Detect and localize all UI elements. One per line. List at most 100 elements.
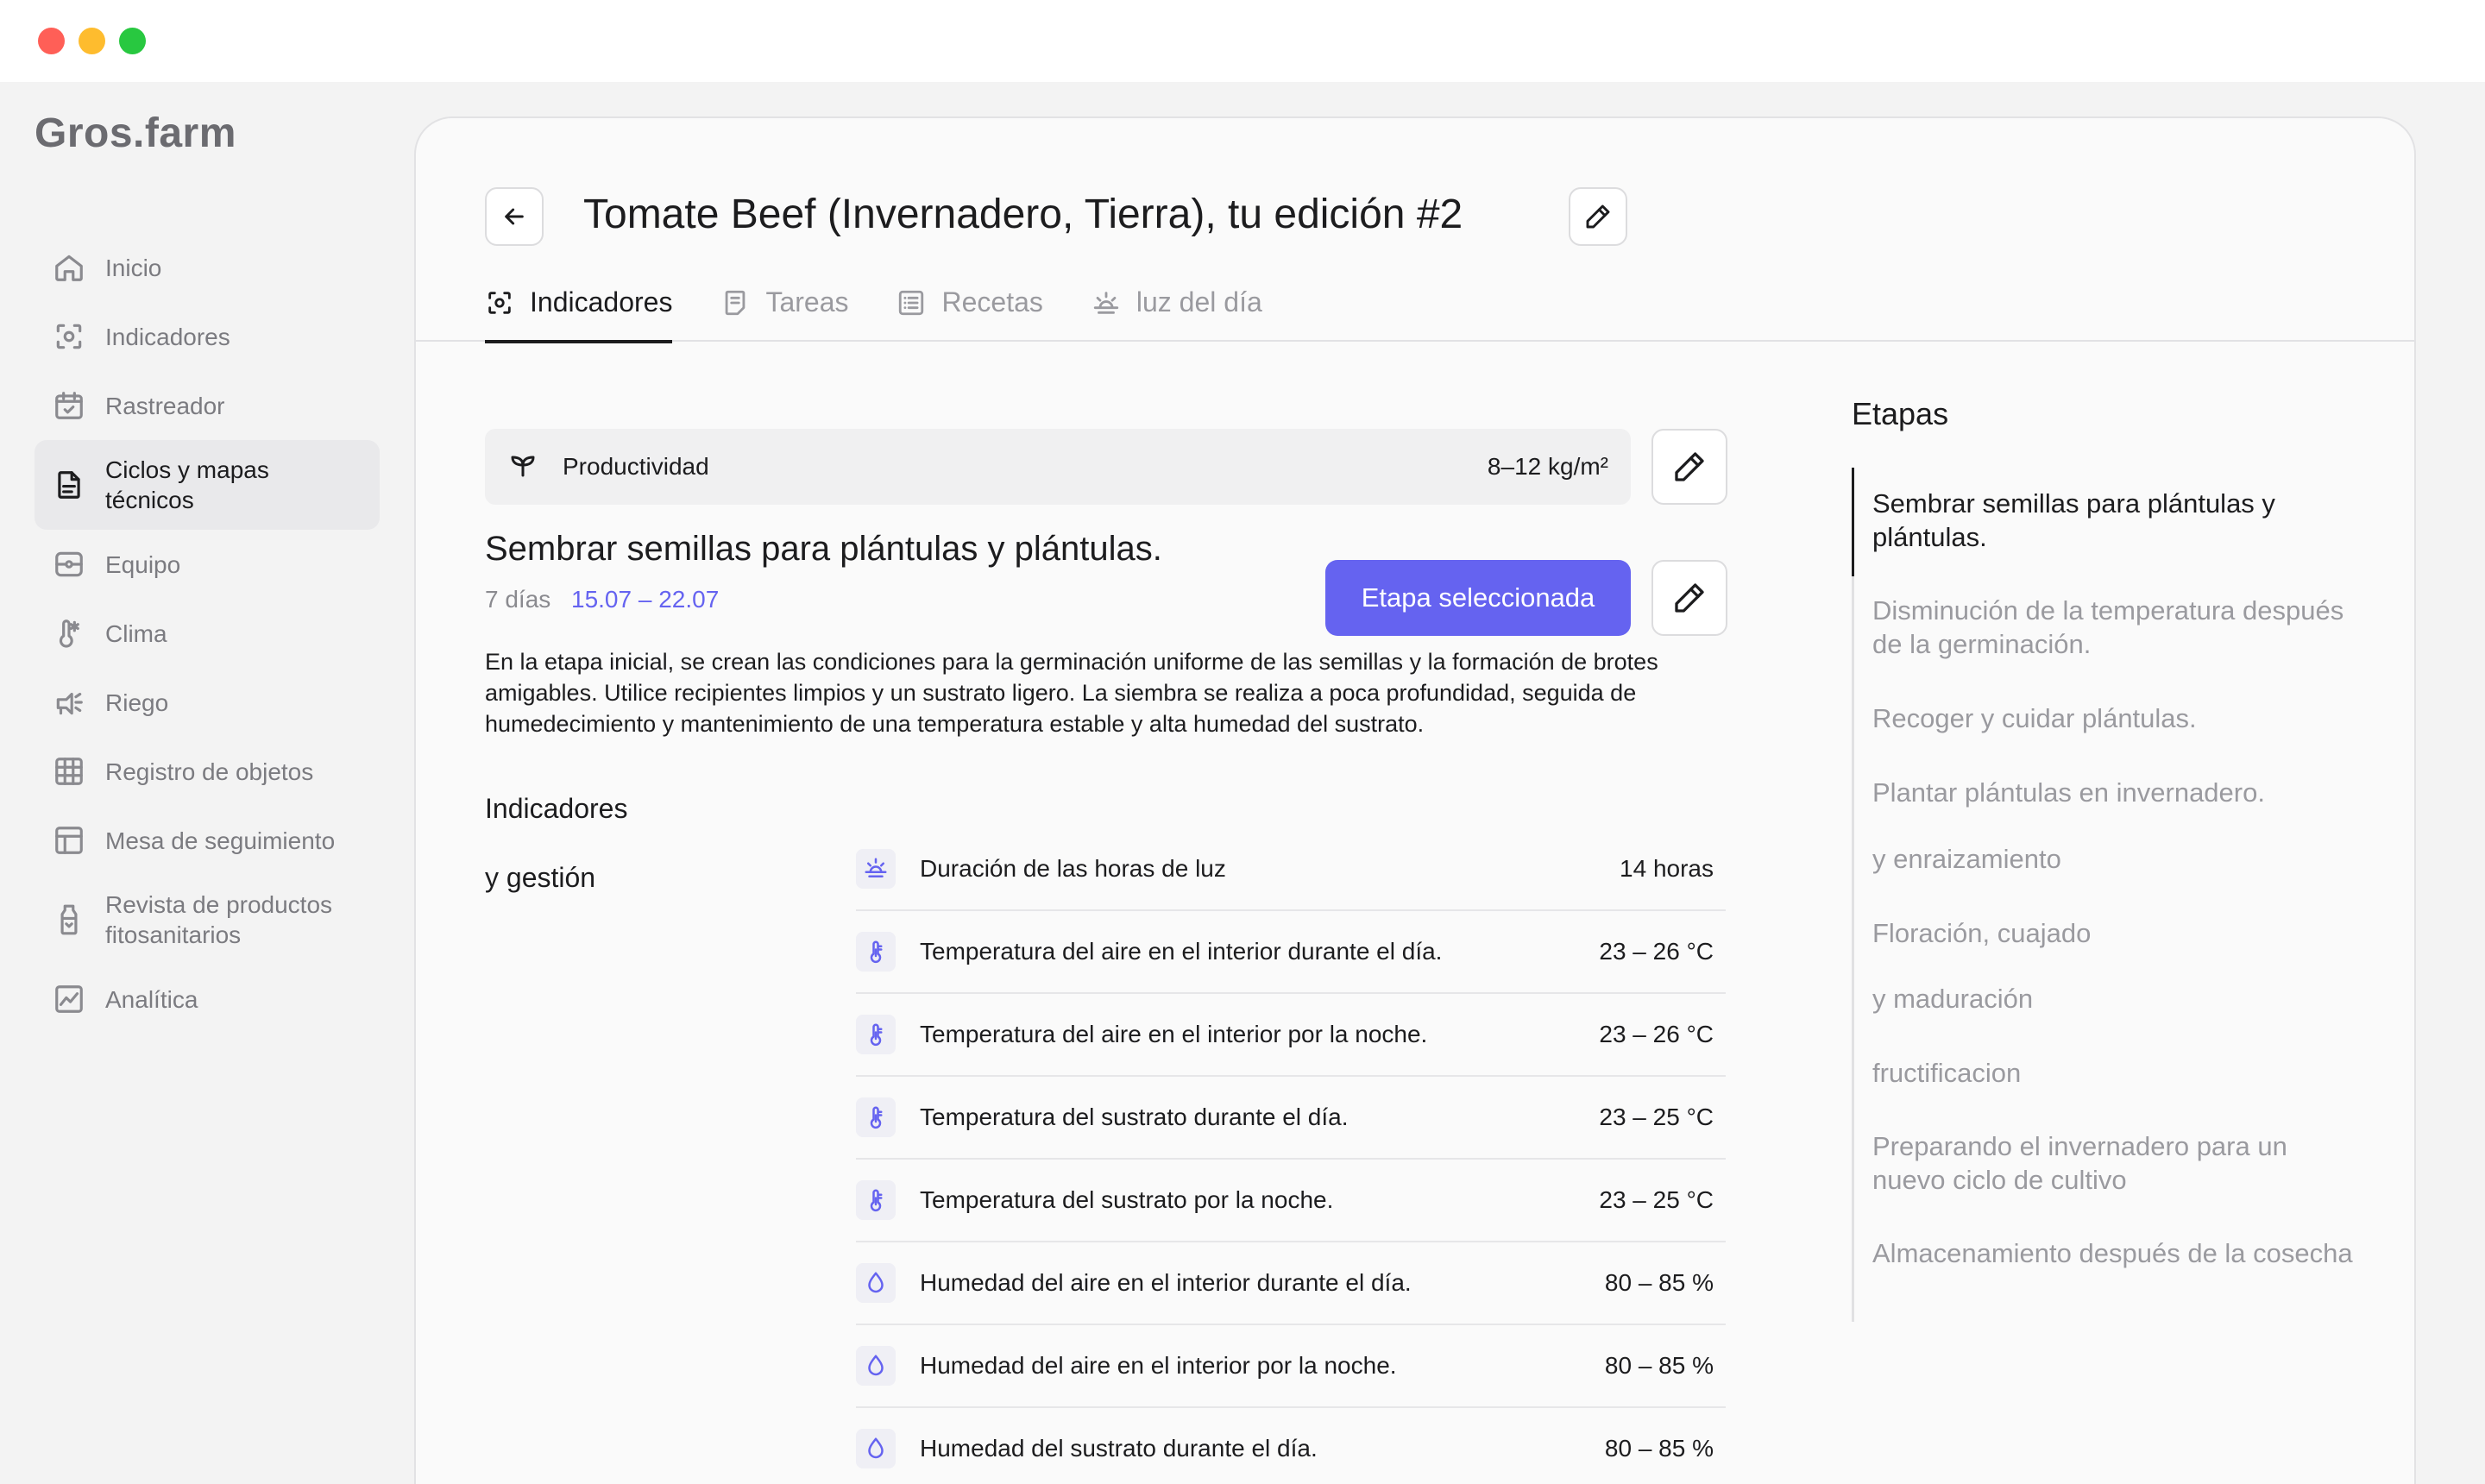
thermometer-icon	[856, 1015, 896, 1054]
tab-bar: Indicadores Tareas Recetas luz del día	[485, 286, 1311, 343]
stage-item[interactable]: Recoger y cuidar plántulas.	[1872, 701, 2356, 735]
management-section-label: y gestión	[485, 862, 596, 893]
stage-item[interactable]: fructificacion	[1872, 1056, 2356, 1090]
tab-recetas[interactable]: Recetas	[896, 286, 1043, 342]
list-item[interactable]: Temperatura del sustrato durante el día.…	[856, 1077, 1726, 1160]
indicator-value: 23 – 25 °C	[1599, 1104, 1714, 1130]
stage-item[interactable]: Almacenamiento después de la cosecha	[1872, 1236, 2356, 1270]
sidebar-item-label: Inicio	[105, 254, 162, 281]
selected-stage-button[interactable]: Etapa seleccionada	[1325, 560, 1631, 636]
list-item[interactable]: Temperatura del aire en el interior por …	[856, 994, 1726, 1077]
page-title: Tomate Beef (Invernadero, Tierra), tu ed…	[583, 192, 1463, 237]
sidebar-item-registro[interactable]: Registro de objetos	[35, 737, 380, 806]
thermometer-icon	[856, 1097, 896, 1137]
window-close-button[interactable]	[38, 28, 65, 54]
sidebar-item-clima[interactable]: Clima	[35, 599, 380, 668]
sidebar-item-analitica[interactable]: Analítica	[35, 965, 380, 1034]
drop-icon	[856, 1263, 896, 1303]
list-item[interactable]: Humedad del aire en el interior durante …	[856, 1242, 1726, 1325]
stage-item[interactable]: Sembrar semillas para plántulas y plántu…	[1872, 487, 2356, 554]
stage-item[interactable]: Floración, cuajado	[1872, 916, 2356, 950]
sidebar-item-ciclos[interactable]: Ciclos y mapas técnicos	[35, 440, 380, 530]
indicators-section-label: Indicadores	[485, 793, 628, 824]
chart-icon	[52, 982, 86, 1016]
stage-dates[interactable]: 15.07 – 22.07	[571, 586, 719, 613]
sidebar-item-riego[interactable]: Riego	[35, 668, 380, 737]
list-item[interactable]: Temperatura del sustrato por la noche. 2…	[856, 1160, 1726, 1242]
list-item[interactable]: Temperatura del aire en el interior dura…	[856, 911, 1726, 994]
list-item[interactable]: Humedad del aire en el interior por la n…	[856, 1325, 1726, 1408]
sidebar-item-label: Revista de productos fitosanitarios	[105, 891, 333, 948]
indicator-value: 14 horas	[1620, 855, 1714, 882]
edit-title-button[interactable]	[1569, 187, 1627, 246]
tab-label: Recetas	[941, 286, 1043, 318]
sidebar-item-label: Registro de objetos	[105, 758, 314, 785]
pencil-icon	[1675, 583, 1704, 613]
tab-tareas[interactable]: Tareas	[720, 286, 848, 342]
tab-indicadores[interactable]: Indicadores	[485, 286, 673, 343]
sidebar-item-revista[interactable]: Revista de productos fitosanitarios	[35, 875, 380, 965]
list-item[interactable]: Duración de las horas de luz 14 horas	[856, 828, 1726, 911]
window-minimize-button[interactable]	[79, 28, 105, 54]
stage-item[interactable]: Preparando el invernadero para un nuevo …	[1872, 1129, 2356, 1197]
window-titlebar	[0, 0, 2485, 82]
indicator-name: Humedad del aire en el interior durante …	[920, 1269, 1412, 1296]
sidebar-item-rastreador[interactable]: Rastreador	[35, 371, 380, 440]
sidebar-item-label: Mesa de seguimiento	[105, 827, 336, 854]
card-header: Tomate Beef (Invernadero, Tierra), tu ed…	[416, 118, 2414, 343]
list-item[interactable]: Humedad del sustrato durante el día. 80 …	[856, 1408, 1726, 1484]
pencil-icon	[1675, 452, 1704, 481]
edit-stage-button[interactable]	[1651, 560, 1727, 636]
tab-label: Indicadores	[530, 286, 673, 318]
sidebar-item-label: Indicadores	[105, 323, 230, 350]
indicator-name: Temperatura del aire en el interior por …	[920, 1021, 1428, 1047]
app-body: Gros.farm Inicio Indicadores Rastreador …	[0, 82, 2485, 1484]
indicator-value: 23 – 26 °C	[1599, 938, 1714, 965]
back-button[interactable]	[485, 187, 544, 246]
productivity-value: 8–12 kg/m²	[1487, 453, 1608, 480]
stage-description: En la etapa inicial, se crean las condic…	[485, 649, 1658, 737]
sidebar-item-label: Ciclos y mapas técnicos	[105, 456, 269, 513]
sidebar-item-label: Rastreador	[105, 392, 225, 419]
main-card: Tomate Beef (Invernadero, Tierra), tu ed…	[414, 116, 2416, 1484]
stage-item[interactable]: y enraizamiento	[1872, 842, 2356, 876]
stage-item[interactable]: Disminución de la temperatura después de…	[1872, 594, 2356, 661]
stage-item[interactable]: y maduración	[1872, 982, 2356, 1016]
sidebar-item-inicio[interactable]: Inicio	[35, 233, 380, 302]
table-icon	[52, 823, 86, 858]
indicator-value: 80 – 85 %	[1604, 1269, 1714, 1296]
thermometer-icon	[856, 1180, 896, 1220]
indicator-name: Humedad del sustrato durante el día.	[920, 1435, 1318, 1462]
stages-track	[1852, 468, 1854, 1322]
sidebar-item-mesa[interactable]: Mesa de seguimiento	[35, 806, 380, 875]
sidebar-item-indicadores[interactable]: Indicadores	[35, 302, 380, 371]
stage-title: Sembrar semillas para plántulas y plántu…	[485, 530, 1162, 568]
drop-icon	[856, 1429, 896, 1468]
indicator-name: Humedad del aire en el interior por la n…	[920, 1352, 1397, 1379]
tab-luz-del-dia[interactable]: luz del día	[1092, 286, 1262, 342]
app-logo[interactable]: Gros.farm	[35, 110, 236, 157]
stage-item[interactable]: Plantar plántulas en invernadero.	[1872, 776, 2356, 809]
watering-icon	[52, 685, 86, 720]
pencil-icon	[1586, 204, 1610, 229]
stages-active-indicator	[1852, 468, 1854, 576]
productivity-row: Productividad 8–12 kg/m²	[485, 429, 1631, 505]
indicator-name: Temperatura del aire en el interior dura…	[920, 938, 1443, 965]
thermometer-icon	[856, 932, 896, 972]
window-maximize-button[interactable]	[119, 28, 146, 54]
sidebar-nav: Inicio Indicadores Rastreador Ciclos y m…	[35, 233, 380, 1034]
sprout-icon	[507, 450, 538, 485]
drop-icon	[856, 1346, 896, 1386]
document-icon	[52, 468, 86, 502]
sidebar-item-equipo[interactable]: Equipo	[35, 530, 380, 599]
list-icon	[896, 288, 926, 318]
edit-productivity-button[interactable]	[1651, 429, 1727, 505]
stages-title: Etapas	[1852, 396, 1949, 431]
thermometer-snow-icon	[52, 616, 86, 651]
sun-icon	[856, 849, 896, 889]
sidebar-item-label: Equipo	[105, 550, 181, 578]
indicators-icon	[52, 319, 86, 354]
indicator-value: 23 – 26 °C	[1599, 1021, 1714, 1047]
daylight-icon	[1092, 288, 1121, 318]
bottle-icon	[52, 902, 86, 937]
